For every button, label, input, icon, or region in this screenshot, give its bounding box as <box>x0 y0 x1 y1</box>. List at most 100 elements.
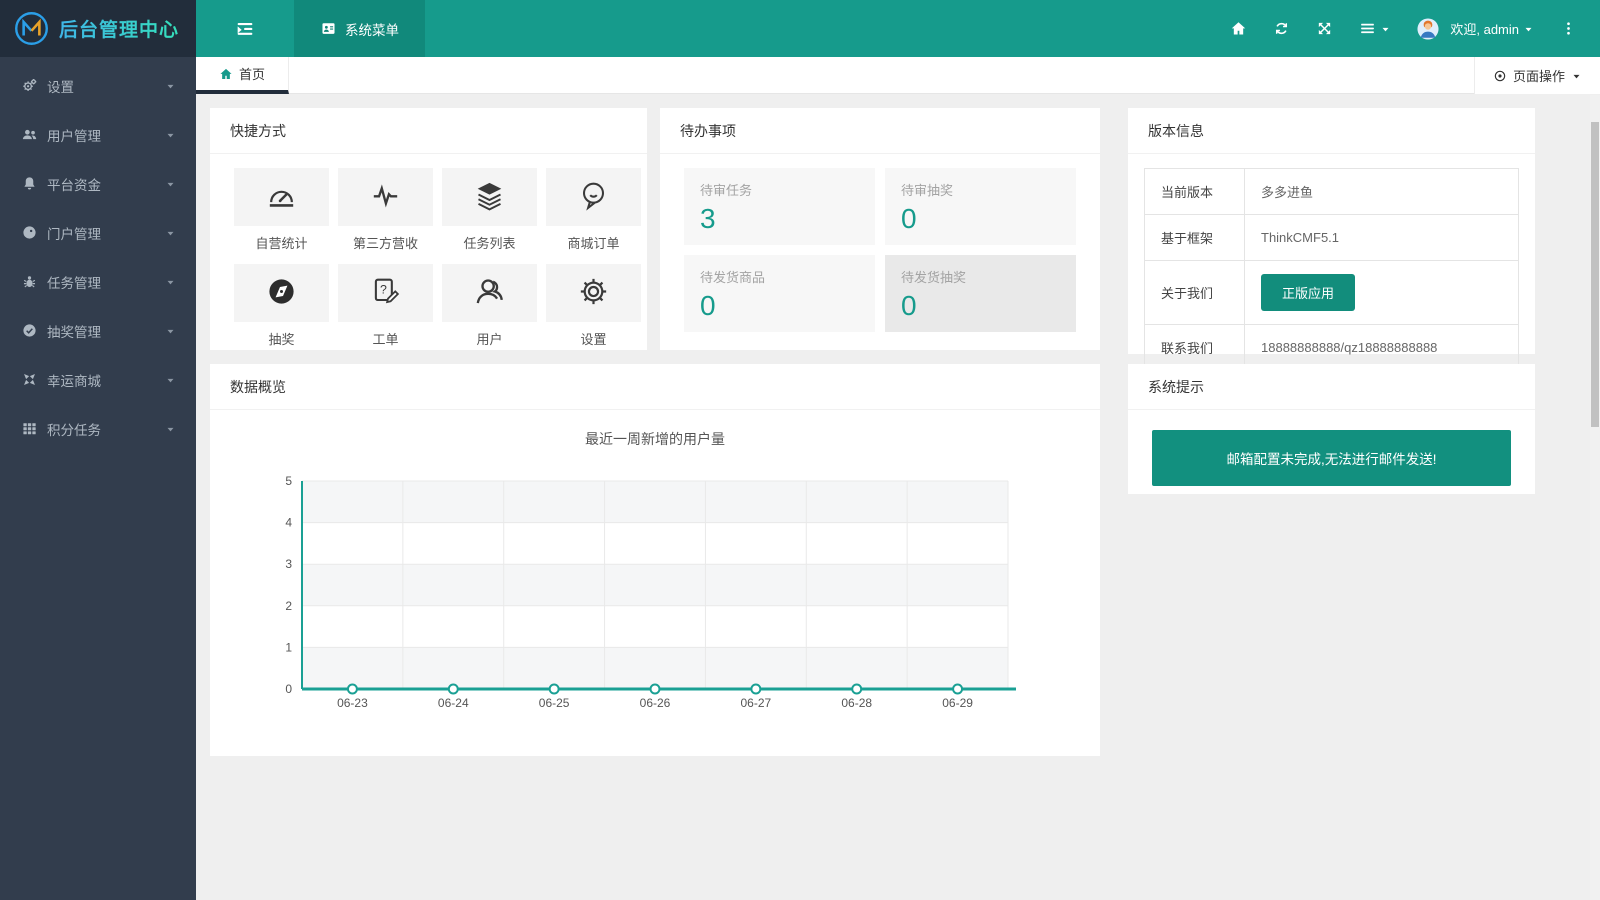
system-menu-tab[interactable]: 系统菜单 <box>294 0 425 57</box>
shortcut-label: 第三方营收 <box>338 233 433 252</box>
sidebar-item-label: 积分任务 <box>47 419 101 439</box>
shortcut-self-stats[interactable]: 自营统计 <box>234 168 329 252</box>
version-card: 版本信息 当前版本多多进鱼基于框架ThinkCMF5.1关于我们正版应用联系我们… <box>1128 108 1535 354</box>
home-icon <box>219 67 233 81</box>
chevron-down-icon <box>165 423 176 434</box>
users-icon <box>21 126 38 143</box>
chevron-down-icon <box>165 129 176 140</box>
header-right: 欢迎, admin <box>1217 0 1590 57</box>
sidebar-collapse-button[interactable] <box>196 0 294 57</box>
tips-card-title: 系统提示 <box>1128 364 1535 410</box>
svg-text:06-26: 06-26 <box>640 696 671 710</box>
idcard-icon <box>320 20 337 37</box>
chevron-down-icon <box>165 325 176 336</box>
fullscreen-button[interactable] <box>1303 0 1346 57</box>
user-icon <box>473 275 506 311</box>
overview-card-title: 数据概览 <box>210 364 1100 410</box>
version-row-current-version: 当前版本多多进鱼 <box>1145 169 1519 215</box>
shortcut-users[interactable]: 用户 <box>442 264 537 348</box>
chevron-down-icon <box>1380 23 1391 34</box>
sidebar-item-label: 幸运商城 <box>47 370 101 390</box>
shortcut-work-order[interactable]: ?工单 <box>338 264 433 348</box>
tab-home[interactable]: 首页 <box>196 57 289 94</box>
sidebar-item-label: 门户管理 <box>47 223 101 243</box>
sidebar-item-label: 抽奖管理 <box>47 321 101 341</box>
gear-icon <box>577 275 610 311</box>
sidebar-item-lottery[interactable]: 抽奖管理 <box>0 306 196 355</box>
layers-icon <box>473 179 506 215</box>
version-row-value: 多多进鱼 <box>1245 169 1519 215</box>
pulse-icon <box>369 179 402 215</box>
shortcuts-card: 快捷方式 自营统计第三方营收任务列表商城订单抽奖?工单用户设置 <box>210 108 647 350</box>
todo-stat-pending-review-tasks[interactable]: 待审任务3 <box>684 168 875 245</box>
tabbar: 首页 页面操作 <box>196 57 1600 94</box>
top-header: 后台管理中心 系统菜单 欢迎, admin <box>0 0 1600 57</box>
page-actions-button[interactable]: 页面操作 <box>1474 57 1600 94</box>
sidebar-item-label: 平台资金 <box>47 174 101 194</box>
chevron-down-icon <box>165 178 176 189</box>
shortcuts-grid: 自营统计第三方营收任务列表商城订单抽奖?工单用户设置 <box>210 154 647 348</box>
avatar <box>1417 18 1439 40</box>
chevron-down-icon <box>165 374 176 385</box>
version-row-value: 正版应用 <box>1245 261 1519 325</box>
shortcut-label: 商城订单 <box>546 233 641 252</box>
scrollbar-thumb[interactable] <box>1591 122 1599 427</box>
refresh-button[interactable] <box>1260 0 1303 57</box>
shortcut-tile <box>338 168 433 226</box>
shortcut-label: 自营统计 <box>234 233 329 252</box>
svg-text:06-25: 06-25 <box>539 696 570 710</box>
email-config-warning-banner[interactable]: 邮箱配置未完成,无法进行邮件发送! <box>1152 430 1511 486</box>
more-options-button[interactable] <box>1547 0 1590 57</box>
comment-icon <box>577 179 610 215</box>
sidebar-item-lucky-mall[interactable]: 幸运商城 <box>0 355 196 404</box>
shortcut-lottery[interactable]: 抽奖 <box>234 264 329 348</box>
sidebar-item-label: 任务管理 <box>47 272 101 292</box>
list-menu-button[interactable] <box>1346 0 1404 57</box>
compass-icon <box>265 275 298 311</box>
cogs-icon <box>21 77 38 94</box>
shortcut-task-list[interactable]: 任务列表 <box>442 168 537 252</box>
shortcut-label: 设置 <box>546 329 641 348</box>
page-actions-label: 页面操作 <box>1513 66 1565 85</box>
shortcut-label: 工单 <box>338 329 433 348</box>
todo-stat-value: 0 <box>901 291 1060 322</box>
version-row-value: ThinkCMF5.1 <box>1245 215 1519 261</box>
todo-stat-pending-review-lottery[interactable]: 待审抽奖0 <box>885 168 1076 245</box>
expand-icon <box>1316 20 1333 37</box>
sidebar-item-users[interactable]: 用户管理 <box>0 110 196 159</box>
version-row-about-us: 关于我们正版应用 <box>1145 261 1519 325</box>
sidebar-item-funds[interactable]: 平台资金 <box>0 159 196 208</box>
chevron-down-icon <box>165 276 176 287</box>
todo-stat-label: 待审抽奖 <box>901 180 1060 199</box>
vertical-scrollbar[interactable] <box>1590 95 1600 900</box>
sidebar-item-portal[interactable]: 门户管理 <box>0 208 196 257</box>
sidebar-item-label: 设置 <box>47 76 74 96</box>
shortcut-tile <box>442 264 537 322</box>
todo-stat-pending-ship-goods[interactable]: 待发货商品0 <box>684 255 875 332</box>
version-row-framework: 基于框架ThinkCMF5.1 <box>1145 215 1519 261</box>
svg-text:06-29: 06-29 <box>942 696 973 710</box>
portal-icon <box>21 224 38 241</box>
version-row-label: 基于框架 <box>1145 215 1245 261</box>
home-icon <box>1230 20 1247 37</box>
todo-stat-label: 待发货抽奖 <box>901 267 1060 286</box>
shortcut-settings[interactable]: 设置 <box>546 264 641 348</box>
shortcut-tile <box>546 168 641 226</box>
sidebar-item-points[interactable]: 积分任务 <box>0 404 196 453</box>
funds-icon <box>21 175 38 192</box>
svg-text:1: 1 <box>285 640 292 654</box>
sidebar-item-settings[interactable]: 设置 <box>0 61 196 110</box>
sidebar-item-tasks[interactable]: 任务管理 <box>0 257 196 306</box>
shortcut-tile <box>234 168 329 226</box>
licensed-app-button[interactable]: 正版应用 <box>1261 274 1355 311</box>
user-menu[interactable]: 欢迎, admin <box>1404 0 1547 57</box>
tasks-icon <box>21 273 38 290</box>
todo-stat-pending-ship-lottery[interactable]: 待发货抽奖 0 <box>885 255 1076 332</box>
shortcut-mall-orders[interactable]: 商城订单 <box>546 168 641 252</box>
todo-stat-value: 0 <box>700 291 859 322</box>
logo-area[interactable]: 后台管理中心 <box>0 0 196 57</box>
chevron-down-icon <box>165 227 176 238</box>
svg-text:4: 4 <box>285 516 292 530</box>
shortcut-third-party-revenue[interactable]: 第三方营收 <box>338 168 433 252</box>
home-button[interactable] <box>1217 0 1260 57</box>
